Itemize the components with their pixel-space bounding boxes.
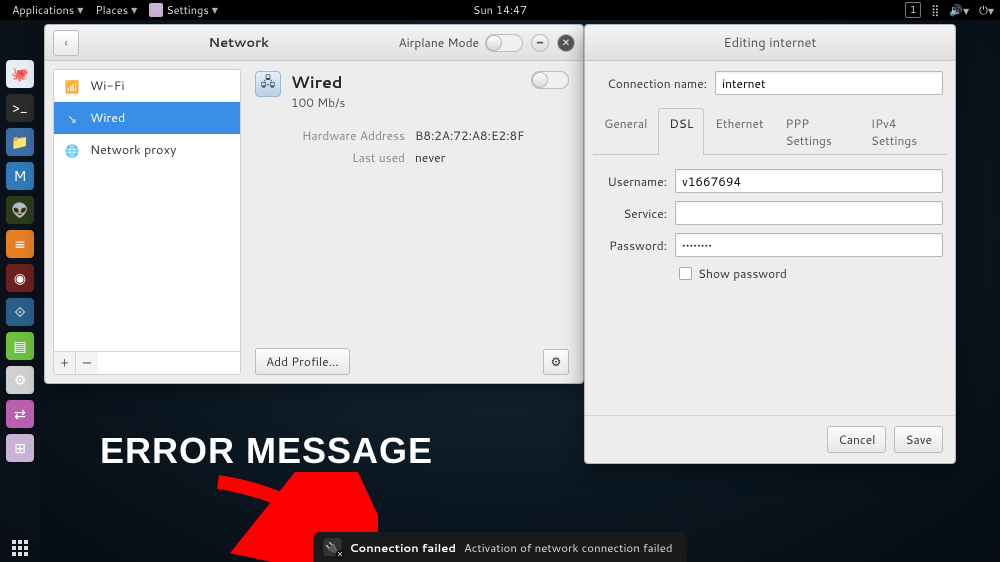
files-icon[interactable]: 📁 xyxy=(6,128,34,156)
toast-title: Connection failed xyxy=(349,539,456,556)
edit-dialog-titlebar: Editing internet xyxy=(585,25,955,61)
detail-key: Hardware Address xyxy=(255,127,405,144)
connection-detail-pane: Wired 100 Mb/s Hardware Address B8:2A:72:… xyxy=(241,61,583,383)
toast-body: Activation of network connection failed xyxy=(464,539,673,556)
error-annotation-text: ERROR MESSAGE xyxy=(100,430,433,472)
notification-toast[interactable]: 🔌 Connection failed Activation of networ… xyxy=(313,532,686,562)
sidebar-item-wired[interactable]: ↘ Wired xyxy=(54,102,240,134)
cancel-button[interactable]: Cancel xyxy=(827,426,886,453)
menu-applications[interactable]: Applications▼ xyxy=(6,2,89,18)
dock: 🐙 >_ 📁 M 👽 ≡ ◉ ⟐ ▤ ⚙ ⇄ ⊞ xyxy=(0,20,40,562)
settings-indicator-icon xyxy=(149,3,163,17)
menu-app-indicator[interactable]: Settings▼ xyxy=(143,2,224,18)
detail-row: Hardware Address B8:2A:72:A8:E2:8F xyxy=(255,127,569,144)
edit-dialog-tabs: GeneralDSLEthernetPPP SettingsIPv4 Setti… xyxy=(593,107,947,155)
zenmap-icon[interactable]: ◉ xyxy=(6,264,34,292)
power-icon[interactable]: ⏻▼ xyxy=(979,2,994,18)
show-password-checkbox[interactable] xyxy=(679,267,692,280)
terminal-icon[interactable]: >_ xyxy=(6,94,34,122)
burp-icon[interactable]: ≡ xyxy=(6,230,34,258)
password-label: Password: xyxy=(597,237,667,254)
top-panel: Applications▼ Places▼ Settings▼ Sun 14:4… xyxy=(0,0,1000,20)
detail-key: Last used xyxy=(255,149,405,166)
back-button[interactable]: ‹ xyxy=(53,30,79,56)
connection-failed-icon: 🔌 xyxy=(323,538,341,556)
username-input[interactable] xyxy=(675,169,943,193)
minimize-button[interactable]: ━ xyxy=(531,34,549,52)
service-input[interactable] xyxy=(675,201,943,225)
airplane-mode-label: Airplane Mode xyxy=(398,34,479,51)
remove-connection-button[interactable]: − xyxy=(76,352,98,374)
sidebar-item-wifi[interactable]: 📶 Wi-Fi xyxy=(54,70,240,102)
recording-icon[interactable]: ⣿ xyxy=(931,2,939,18)
tab-dsl[interactable]: DSL xyxy=(658,108,704,155)
sidebar-item-label: Wired xyxy=(90,109,125,127)
sidebar-item-label: Network proxy xyxy=(90,141,176,159)
connection-title: Wired xyxy=(291,71,345,94)
edit-connection-dialog: Editing internet Connection name: Genera… xyxy=(584,24,956,464)
notes-icon[interactable]: ▤ xyxy=(6,332,34,360)
kismet-icon[interactable]: ⟐ xyxy=(6,298,34,326)
add-connection-button[interactable]: + xyxy=(54,352,76,374)
sidebar-item-proxy-icon: 🌐 xyxy=(64,142,80,159)
armitage-icon[interactable]: 👽 xyxy=(6,196,34,224)
add-profile-button[interactable]: Add Profile… xyxy=(255,348,350,375)
save-button[interactable]: Save xyxy=(894,426,943,453)
tab-general[interactable]: General xyxy=(593,108,658,155)
username-label: Username: xyxy=(597,173,667,190)
detail-value: B8:2A:72:A8:E2:8F xyxy=(415,127,524,144)
workspace-indicator[interactable]: 1 xyxy=(905,2,921,18)
connection-name-input[interactable] xyxy=(715,71,943,95)
tab-ethernet[interactable]: Ethernet xyxy=(704,108,774,155)
system-tray: 1 ⣿ 🔊▼ ⏻▼ xyxy=(905,2,994,18)
network-settings-window: ‹ Network Airplane Mode ━ ✕ 📶 Wi-Fi ↘ Wired… xyxy=(44,24,584,384)
connection-name-label: Connection name: xyxy=(597,75,707,92)
sidebar-item-proxy[interactable]: 🌐 Network proxy xyxy=(54,134,240,166)
sidebar-item-label: Wi-Fi xyxy=(90,77,125,95)
network-sidebar: 📶 Wi-Fi ↘ Wired 🌐 Network proxy + − xyxy=(53,69,241,375)
menu-places[interactable]: Places▼ xyxy=(89,2,143,18)
connection-settings-button[interactable]: ⚙ xyxy=(543,349,569,375)
octopus-icon[interactable]: 🐙 xyxy=(6,60,34,88)
show-password-label: Show password xyxy=(698,265,787,282)
service-label: Service: xyxy=(597,205,667,222)
show-apps-button[interactable] xyxy=(6,534,34,562)
volume-icon[interactable]: 🔊▼ xyxy=(949,2,969,18)
tweaks-icon[interactable]: ⇄ xyxy=(6,400,34,428)
window-title: Network xyxy=(87,34,390,52)
wired-connection-icon xyxy=(255,71,281,97)
tab-ipv4-settings[interactable]: IPv4 Settings xyxy=(860,108,947,155)
metasploit-icon[interactable]: M xyxy=(6,162,34,190)
clock[interactable]: Sun 14:47 xyxy=(473,2,527,18)
password-input[interactable] xyxy=(675,233,943,257)
edit-dialog-title: Editing internet xyxy=(593,34,947,52)
sidebar-item-wifi-icon: 📶 xyxy=(64,78,80,95)
airplane-mode-toggle[interactable] xyxy=(485,34,523,52)
sidebar-item-wired-icon: ↘ xyxy=(64,110,80,127)
wired-enable-toggle[interactable] xyxy=(531,71,569,89)
detail-row: Last used never xyxy=(255,149,569,166)
connection-speed: 100 Mb/s xyxy=(291,94,345,111)
tab-ppp-settings[interactable]: PPP Settings xyxy=(775,108,860,155)
other-settings-icon[interactable]: ⊞ xyxy=(6,434,34,462)
settings-icon[interactable]: ⚙ xyxy=(6,366,34,394)
detail-value: never xyxy=(415,149,445,166)
network-titlebar: ‹ Network Airplane Mode ━ ✕ xyxy=(45,25,583,61)
close-button[interactable]: ✕ xyxy=(557,34,575,52)
